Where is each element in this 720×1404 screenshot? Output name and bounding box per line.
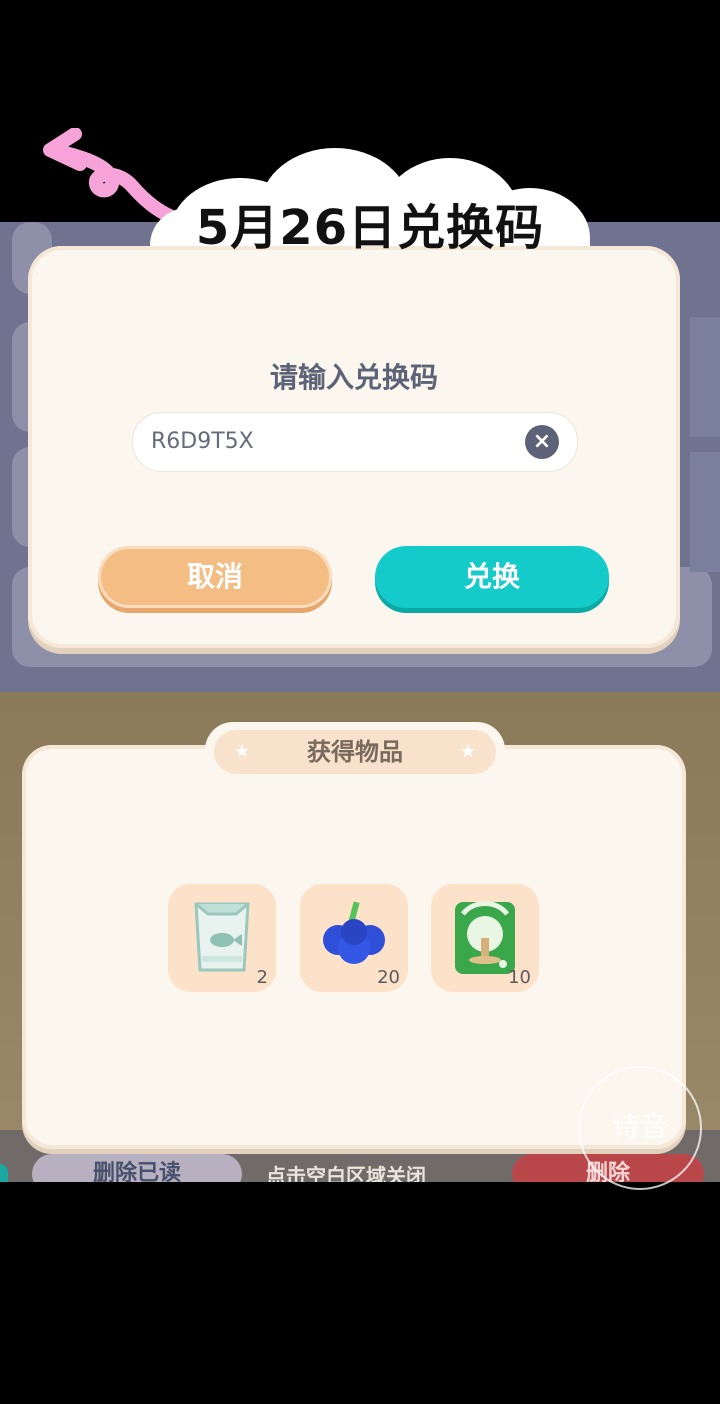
fish-bag-icon — [194, 902, 250, 972]
reward-item[interactable]: 2 — [168, 884, 276, 992]
cancel-button[interactable]: 取消 — [98, 546, 332, 608]
exchange-button[interactable]: 兑换 — [375, 546, 609, 608]
watermark: 诗音 — [578, 1066, 702, 1190]
reward-count: 2 — [256, 967, 268, 988]
reward-item[interactable]: 20 — [300, 884, 408, 992]
rewards-header-label: 获得物品 — [307, 738, 403, 766]
bg-strip — [690, 452, 720, 572]
rewards-header: ★ 获得物品 ★ — [205, 722, 505, 778]
reward-item[interactable]: 10 — [431, 884, 539, 992]
dialog-title: 请输入兑换码 — [269, 361, 438, 394]
star-icon: ★ — [234, 741, 251, 762]
tree-seed-pack-icon — [455, 901, 515, 974]
reward-count: 10 — [508, 967, 531, 988]
redeem-code-value: R6D9T5X — [151, 429, 254, 454]
delete-read-button[interactable]: 删除已读 — [32, 1154, 242, 1182]
clear-icon[interactable]: × — [525, 425, 559, 459]
redeem-code-input[interactable]: R6D9T5X × — [132, 412, 578, 472]
bg-strip — [690, 317, 720, 437]
close-hint-text: 点击空白区域关闭 — [266, 1164, 426, 1182]
title-banner: 5月26日兑换码 — [195, 200, 545, 256]
redeem-dialog: 请输入兑换码 R6D9T5X × 取消 兑换 — [28, 246, 680, 648]
blue-berries-icon — [323, 901, 385, 964]
star-icon: ★ — [459, 741, 476, 762]
reward-count: 20 — [377, 967, 400, 988]
